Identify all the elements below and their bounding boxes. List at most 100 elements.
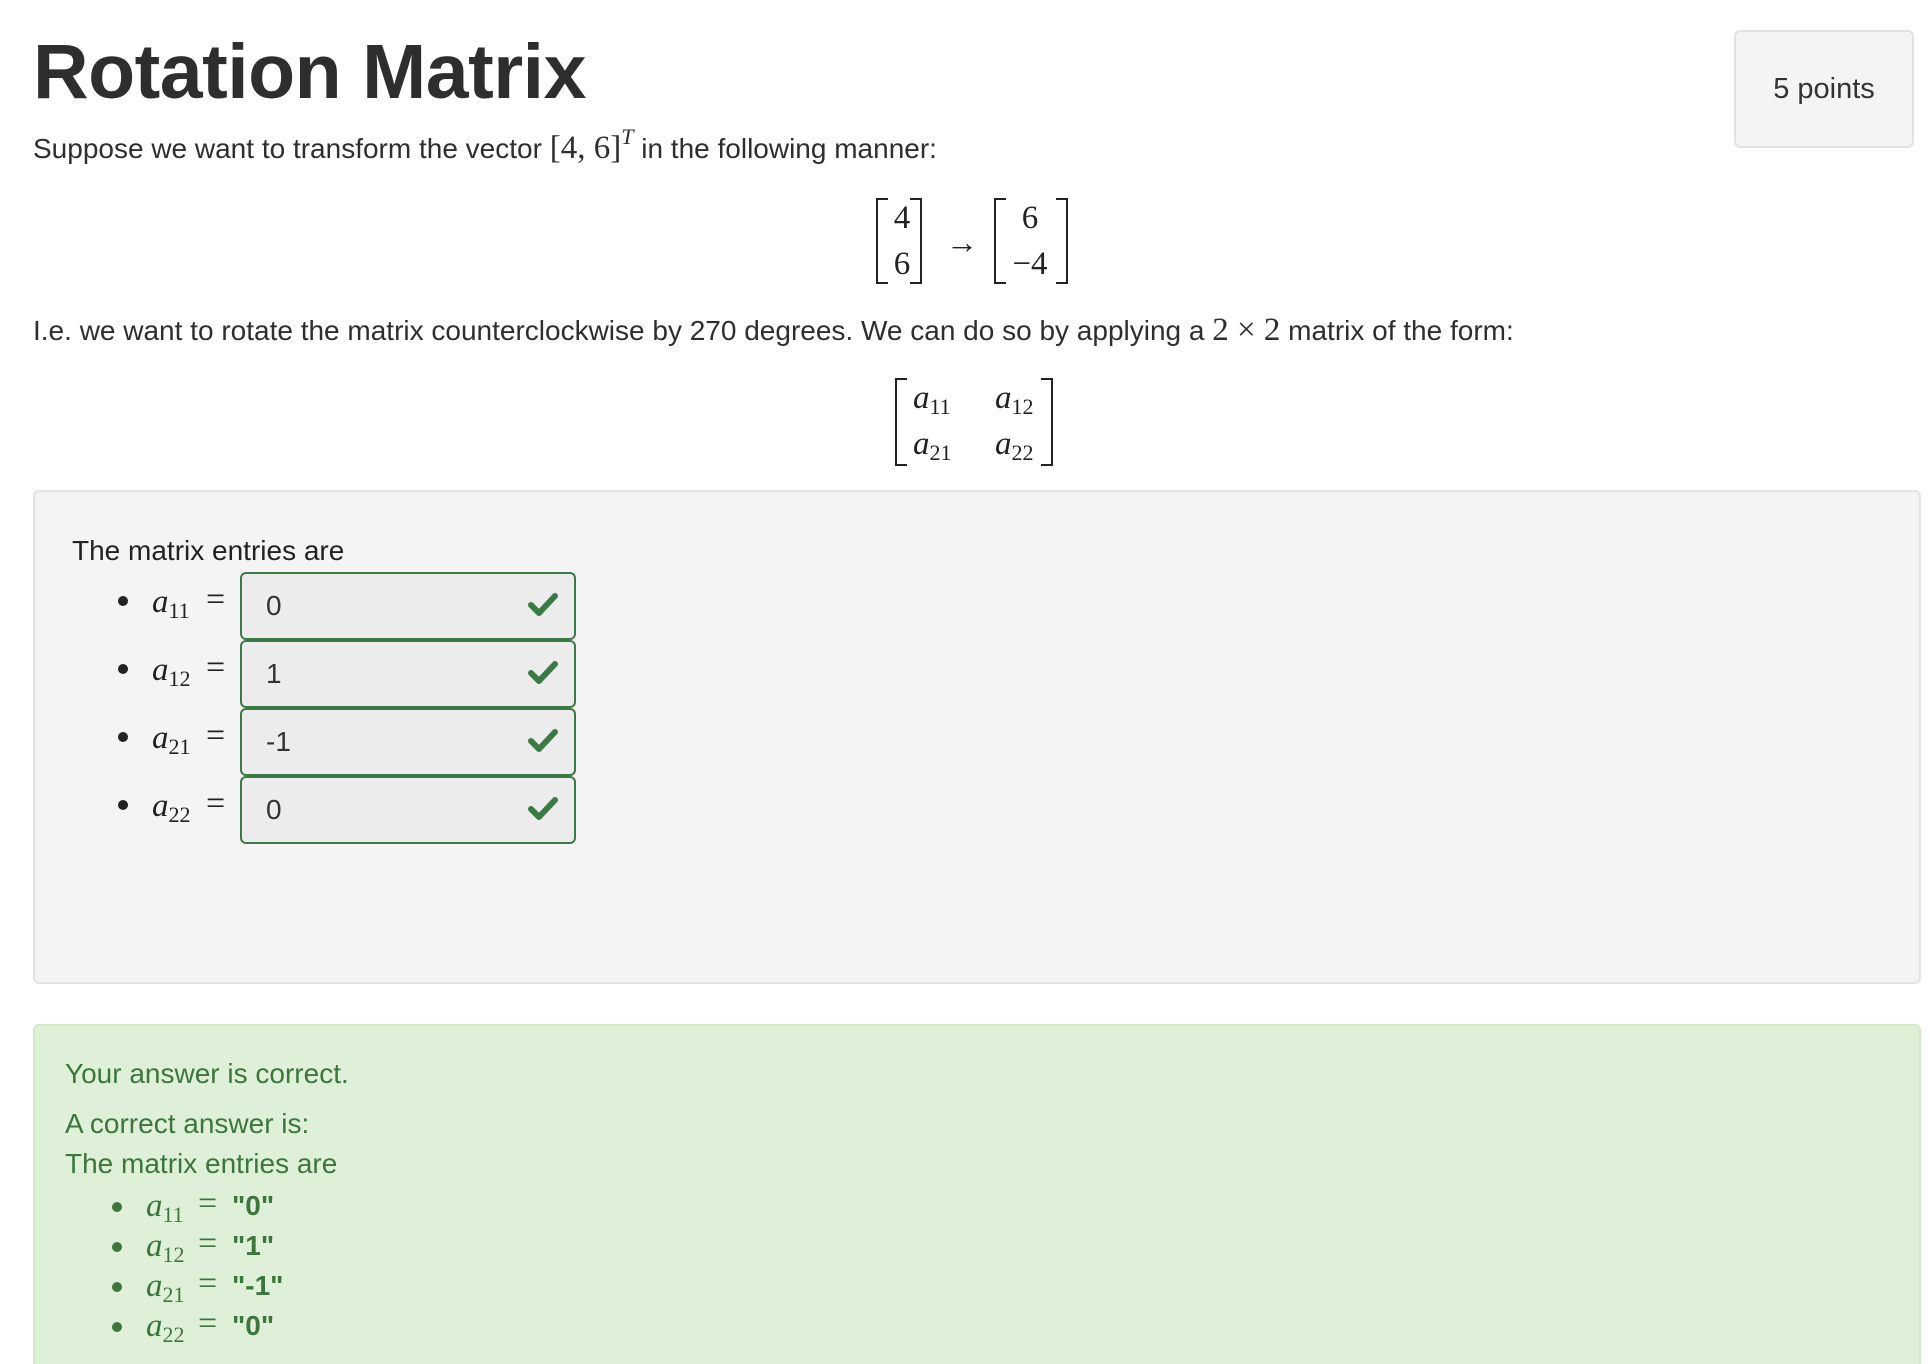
answer-variable: a11 <box>146 1186 184 1226</box>
transform-equation: 4 6 → 6 −4 <box>876 198 1076 288</box>
explain-before: I.e. we want to rotate the matrix counte… <box>33 315 1213 346</box>
bullet-icon <box>118 800 128 810</box>
entry-variable-base: a <box>152 720 169 756</box>
matrix-a22-base: a <box>995 426 1012 462</box>
entry-variable-sub: 12 <box>168 666 191 691</box>
left-bracket <box>895 378 907 466</box>
answer-variable-base: a <box>146 1228 163 1264</box>
answer-variable-base: a <box>146 1268 163 1304</box>
answer-input-a22[interactable] <box>242 778 512 842</box>
check-icon <box>528 729 558 752</box>
matrix-a22-sub: 22 <box>1011 440 1034 465</box>
vector-transpose: T <box>621 124 634 149</box>
matrix-a12-base: a <box>995 380 1012 416</box>
answer-variable: a21 <box>146 1266 185 1306</box>
entry-a12: a12 = <box>118 640 578 708</box>
question-label: The matrix entries are <box>72 535 345 566</box>
answer-variable-sub: 12 <box>162 1242 185 1267</box>
matrix-size: 2 × 2 <box>1212 312 1281 348</box>
points-badge: 5 points <box>1734 30 1914 148</box>
bullet-icon <box>118 664 128 674</box>
right-bracket <box>1056 198 1068 284</box>
right-bracket <box>1041 378 1053 466</box>
bullet-icon <box>118 596 128 606</box>
to-top: 6 <box>1021 200 1039 236</box>
matrix-a21: a21 <box>913 424 952 464</box>
explain-after: matrix of the form: <box>1280 315 1514 346</box>
answer-value: "-1" <box>232 1270 284 1301</box>
answer-value: "0" <box>232 1190 275 1221</box>
equals-sign: = <box>198 1185 218 1222</box>
entry-variable-sub: 22 <box>168 802 191 827</box>
answer-variable-sub: 21 <box>162 1282 185 1307</box>
answer-field-wrapper <box>240 708 576 776</box>
points-label: 5 points <box>1773 72 1875 105</box>
to-bottom: −4 <box>1012 246 1048 282</box>
matrix-a11-base: a <box>913 380 930 416</box>
matrix-a21-base: a <box>913 426 930 462</box>
left-bracket <box>876 198 888 284</box>
answer-input-a21[interactable] <box>242 710 512 774</box>
answer-variable-base: a <box>146 1308 163 1344</box>
entry-variable: a22 <box>152 786 191 826</box>
explanation-text: I.e. we want to rotate the matrix counte… <box>33 312 1514 349</box>
equals-sign: = <box>206 717 226 754</box>
answer-variable-base: a <box>146 1188 163 1224</box>
check-icon <box>528 797 558 820</box>
matrix-a11-sub: 11 <box>929 394 951 419</box>
question-page: Rotation Matrix 5 points Suppose we want… <box>0 0 1930 1364</box>
answer-field-wrapper <box>240 776 576 844</box>
check-icon <box>528 593 558 616</box>
intro-before: Suppose we want to transform the vector <box>33 133 550 164</box>
entry-variable-base: a <box>152 652 169 688</box>
equals-sign: = <box>206 581 226 618</box>
matrix-a22: a22 <box>995 424 1034 464</box>
page-title: Rotation Matrix <box>33 29 586 115</box>
answer-input-a11[interactable] <box>242 574 512 638</box>
bullet-icon <box>118 732 128 742</box>
answer-value: "1" <box>232 1230 275 1261</box>
entry-variable: a12 <box>152 650 191 690</box>
matrix-a12-sub: 12 <box>1011 394 1034 419</box>
entry-a22: a22 = <box>118 776 578 844</box>
entry-variable: a21 <box>152 718 191 758</box>
answer-input-a12[interactable] <box>242 642 512 706</box>
transform-arrow: → <box>946 224 978 260</box>
correct-answer-heading: A correct answer is: <box>65 1108 310 1139</box>
matrix-a12: a12 <box>995 378 1034 418</box>
vector-text: [4, 6] <box>549 130 622 166</box>
answer-variable: a22 <box>146 1306 185 1346</box>
bullet-icon <box>112 1322 122 1332</box>
bullet-icon <box>112 1202 122 1212</box>
matrix-a21-sub: 21 <box>929 440 952 465</box>
bullet-icon <box>112 1242 122 1252</box>
intro-after: in the following manner: <box>633 133 937 164</box>
entry-a21: a21 = <box>118 708 578 776</box>
answer-value: "0" <box>232 1310 275 1341</box>
right-bracket <box>910 198 922 284</box>
correct-answer-label: The matrix entries are <box>65 1148 338 1179</box>
equals-sign: = <box>206 649 226 686</box>
answer-field-wrapper <box>240 640 576 708</box>
equals-sign: = <box>198 1225 218 1262</box>
entry-variable-sub: 21 <box>168 734 191 759</box>
matrix-a11: a11 <box>913 378 951 418</box>
entry-variable-base: a <box>152 788 169 824</box>
bullet-icon <box>112 1282 122 1292</box>
equals-sign: = <box>198 1265 218 1302</box>
matrix-form: a11 a12 a21 a22 <box>895 378 1055 470</box>
answer-variable-sub: 11 <box>162 1202 184 1227</box>
vector-math: [4, 6]T <box>549 126 634 167</box>
answer-field-wrapper <box>240 572 576 640</box>
entry-variable: a11 <box>152 582 190 622</box>
intro-text: Suppose we want to transform the vector … <box>33 126 937 167</box>
answer-variable-sub: 22 <box>162 1322 185 1347</box>
entry-variable-sub: 11 <box>168 598 190 623</box>
entry-variable-base: a <box>152 584 169 620</box>
equals-sign: = <box>198 1305 218 1342</box>
check-icon <box>528 661 558 684</box>
entry-a11: a11 = <box>118 572 578 640</box>
result-message: Your answer is correct. <box>65 1058 349 1089</box>
equals-sign: = <box>206 785 226 822</box>
answer-variable: a12 <box>146 1226 185 1266</box>
